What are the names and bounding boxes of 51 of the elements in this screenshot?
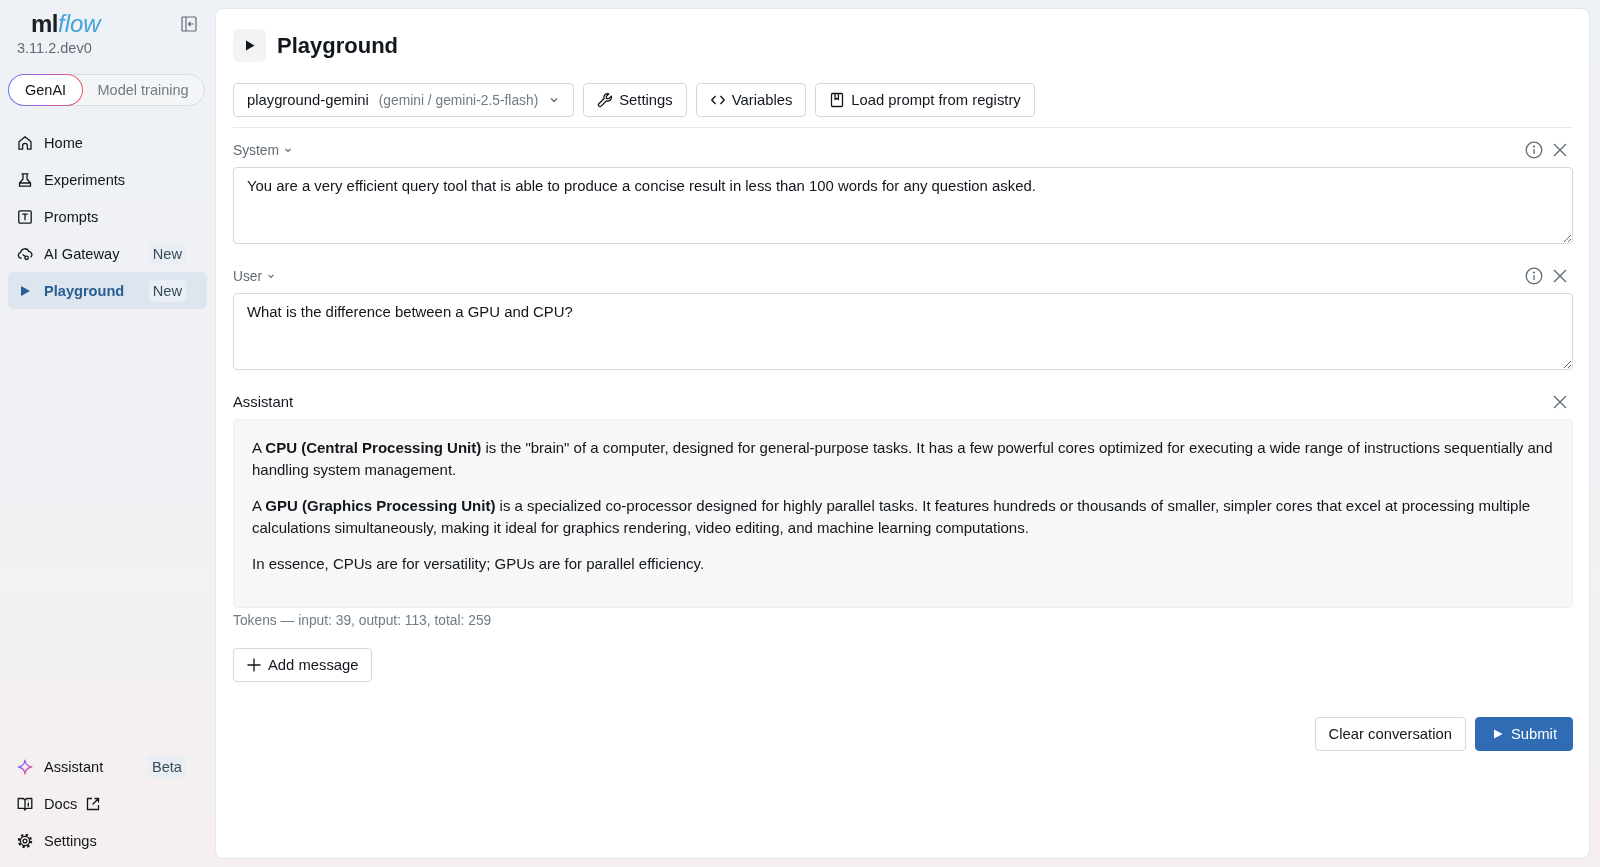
page-title: Playground — [277, 31, 398, 60]
mode-tab[interactable]: GenAI — [8, 74, 84, 106]
info-icon[interactable] — [1525, 141, 1543, 159]
clear-conversation-button[interactable]: Clear conversation — [1314, 717, 1466, 751]
nav-item[interactable]: AI Gateway New — [8, 235, 207, 272]
mlflow-logo: mlflow — [31, 11, 101, 37]
sparkle-icon — [17, 758, 33, 775]
token-usage-text: Tokens — input: 39, output: 113, total: 259 — [233, 612, 493, 630]
nav-badge: New — [148, 242, 186, 265]
bookmark-page-icon — [829, 92, 846, 108]
settings-icon — [17, 832, 33, 849]
role-select[interactable]: User — [233, 268, 277, 284]
collapse-sidebar-icon[interactable] — [181, 16, 197, 32]
nav-item[interactable]: Experiments — [8, 161, 207, 198]
version-text: 3.11.2.dev0 — [16, 39, 93, 57]
home-icon — [17, 134, 33, 151]
text-square-icon — [17, 208, 33, 225]
nav-item[interactable]: Settings — [8, 822, 207, 859]
flask-icon — [17, 171, 33, 188]
message-input[interactable]: You are a very efficient query tool that is able to produce a concise result in less than 100 words for any question asked. — [233, 167, 1573, 244]
response-paragraph: A GPU (Graphics Processing Unit) is a specialized co-processor designed for highly parallel tasks. It features hundreds or thousands of smaller, simpler cores that excel at processing multiple calculations simultaneously, making it ideal for graphics rendering, video editing, and machine learning computations. — [252, 496, 1532, 538]
nav-item[interactable]: Assistant Beta — [8, 748, 207, 785]
load-prompt-button[interactable]: Load prompt from registry — [815, 83, 1035, 117]
mode-tab[interactable]: Model training — [81, 74, 205, 106]
close-icon[interactable] — [1552, 394, 1568, 410]
book-icon — [17, 795, 33, 812]
close-icon[interactable] — [1552, 268, 1568, 284]
message-role-label: Assistant — [233, 394, 294, 410]
play-icon — [233, 29, 266, 62]
cloud-icon — [17, 245, 33, 262]
message-input[interactable]: What is the difference between a GPU and CPU? — [233, 293, 1573, 370]
external-link-icon — [86, 796, 101, 811]
nav-item[interactable]: Docs — [8, 785, 207, 822]
response-paragraph: A CPU (Central Processing Unit) is the "brain" of a computer, designed for general-purpose tasks. It has a few powerful cores optimized for executing a wide range of instructions sequentially and handling system management. — [252, 438, 1554, 480]
nav-badge: Beta — [147, 755, 186, 778]
play-icon — [1492, 729, 1503, 739]
nav-item[interactable]: Prompts — [8, 198, 207, 235]
response-paragraph: In essence, CPUs are for versatility; GPUs are for parallel efficiency. — [252, 554, 706, 574]
variables-button[interactable]: Variables — [695, 83, 807, 117]
settings-button[interactable]: Settings — [583, 83, 687, 117]
nav-item[interactable]: Home — [8, 124, 207, 161]
wrench-icon — [597, 92, 614, 108]
role-select[interactable]: System — [233, 142, 293, 158]
submit-button[interactable]: Submit — [1474, 717, 1573, 751]
nav-item[interactable]: Playground New — [8, 272, 207, 309]
info-icon[interactable] — [1525, 267, 1543, 285]
model-select[interactable]: playground-gemini (gemini / gemini-2.5-flash) — [233, 83, 575, 117]
add-message-button[interactable]: Add message — [233, 648, 373, 682]
plus-icon — [247, 658, 261, 672]
close-icon[interactable] — [1552, 142, 1568, 158]
nav-badge: New — [148, 279, 186, 302]
